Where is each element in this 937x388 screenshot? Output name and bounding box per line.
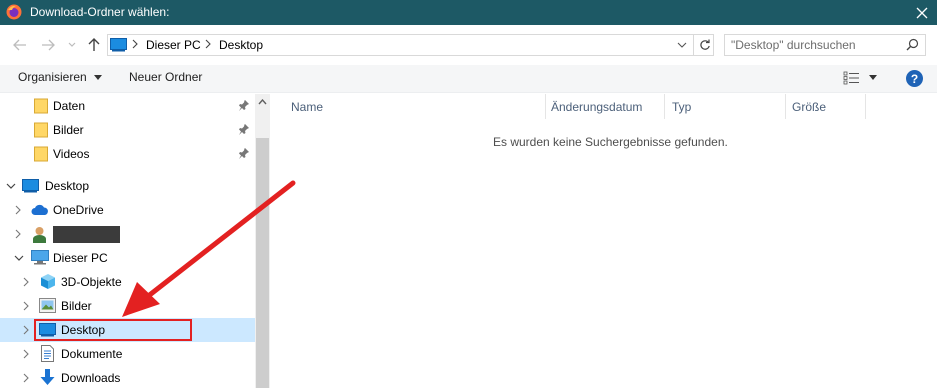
nav-item-label: Videos	[53, 147, 90, 161]
desktop-icon	[110, 38, 127, 52]
column-type[interactable]: Typ	[664, 94, 784, 119]
chevron-down-icon[interactable]	[14, 254, 24, 262]
arrow-up-icon	[88, 38, 100, 51]
pin-icon	[239, 100, 249, 111]
organize-button[interactable]: Organisieren	[18, 70, 103, 84]
close-icon	[916, 7, 928, 18]
chevron-right-icon	[132, 39, 138, 49]
organize-label: Organisieren	[18, 70, 87, 84]
back-button[interactable]	[12, 37, 28, 53]
search-icon[interactable]	[906, 38, 919, 51]
cloud-icon	[31, 204, 48, 215]
cube-icon	[41, 274, 55, 289]
computer-icon	[31, 250, 49, 265]
refresh-icon	[699, 39, 710, 50]
folder-icon	[34, 146, 48, 162]
nav-item-daten[interactable]: Daten	[0, 94, 255, 118]
view-options-icon[interactable]	[843, 71, 861, 85]
nav-item-label: Desktop	[45, 179, 90, 193]
title-bar: Download-Ordner wählen:	[0, 0, 937, 25]
new-folder-button[interactable]: Neuer Ordner	[129, 70, 202, 84]
nav-item-onedrive[interactable]: OneDrive	[0, 198, 255, 222]
chevron-down-icon[interactable]	[677, 39, 687, 51]
nav-item-this-pc[interactable]: Dieser PC	[0, 246, 255, 270]
column-modified[interactable]: Änderungsdatum	[544, 94, 664, 119]
nav-item-user[interactable]	[0, 222, 255, 246]
help-button[interactable]: ?	[906, 70, 923, 87]
breadcrumb-desktop[interactable]: Desktop	[219, 38, 263, 52]
chevron-right-icon[interactable]	[23, 301, 29, 311]
file-list-pane: Name Änderungsdatum Typ Größe Es wurden …	[271, 94, 937, 388]
column-header-label: Größe	[792, 100, 827, 114]
nav-item-label: 3D-Objekte	[61, 275, 122, 289]
address-bar[interactable]: Dieser PC Desktop	[107, 34, 714, 56]
caret-down-icon[interactable]	[869, 75, 877, 80]
caret-down-icon	[94, 75, 103, 81]
chevron-right-icon[interactable]	[23, 325, 29, 335]
chevron-right-icon[interactable]	[15, 229, 21, 239]
breadcrumb-this-pc[interactable]: Dieser PC	[146, 38, 201, 52]
up-button[interactable]	[86, 37, 102, 53]
column-size[interactable]: Größe	[784, 94, 864, 119]
column-divider[interactable]	[865, 94, 866, 119]
download-arrow-icon	[40, 369, 55, 385]
search-input[interactable]	[731, 37, 901, 53]
nav-item-label: Bilder	[53, 123, 84, 137]
nav-item-pictures[interactable]: Bilder	[0, 294, 255, 318]
nav-item-downloads[interactable]: Downloads	[0, 366, 255, 388]
scroll-up-icon[interactable]	[258, 99, 267, 105]
folder-icon	[34, 122, 48, 138]
nav-item-label: Daten	[53, 99, 86, 113]
column-name[interactable]: Name	[283, 94, 545, 119]
annotation-highlight-box	[34, 319, 192, 341]
window-title: Download-Ordner wählen:	[30, 5, 170, 19]
nav-scrollbar[interactable]	[255, 94, 270, 388]
chevron-right-icon[interactable]	[15, 205, 21, 215]
nav-item-bilder-quick[interactable]: Bilder	[0, 118, 255, 142]
column-header-label: Typ	[672, 100, 692, 114]
chevron-right-icon[interactable]	[23, 349, 29, 359]
nav-item-label: Dokumente	[61, 347, 123, 361]
nav-item-label: OneDrive	[53, 203, 104, 217]
desktop-icon	[22, 179, 39, 193]
nav-item-label: Dieser PC	[53, 251, 108, 265]
chevron-right-icon	[205, 39, 211, 49]
forward-button[interactable]	[40, 37, 56, 53]
arrow-left-icon	[13, 39, 26, 51]
scrollbar-thumb[interactable]	[256, 138, 269, 388]
pin-icon	[239, 124, 249, 135]
search-box[interactable]	[724, 34, 926, 56]
close-button[interactable]	[907, 0, 937, 25]
nav-item-label: Downloads	[61, 371, 121, 385]
nav-item-label: Bilder	[61, 299, 92, 313]
nav-item-documents[interactable]: Dokumente	[0, 342, 255, 366]
refresh-button[interactable]	[693, 34, 715, 56]
column-header-label: Änderungsdatum	[551, 100, 643, 114]
chevron-down-icon	[68, 42, 76, 47]
chevron-right-icon[interactable]	[23, 373, 29, 383]
nav-item-3d-objects[interactable]: 3D-Objekte	[0, 270, 255, 294]
arrow-right-icon	[42, 39, 55, 51]
pin-icon	[239, 148, 249, 159]
column-header-label: Name	[291, 100, 324, 114]
document-icon	[41, 345, 54, 362]
chevron-right-icon[interactable]	[23, 277, 29, 287]
chevron-down-icon[interactable]	[6, 182, 16, 190]
command-bar: Organisieren Neuer Ordner ?	[0, 65, 937, 93]
redacted-username	[53, 226, 120, 243]
nav-item-videos[interactable]: Videos	[0, 142, 255, 166]
recent-locations-button[interactable]	[64, 37, 80, 53]
empty-results-message: Es wurden keine Suchergebnisse gefunden.	[493, 135, 728, 149]
folder-icon	[34, 98, 48, 114]
user-icon	[33, 227, 46, 243]
picture-icon	[39, 298, 56, 313]
nav-item-desktop-root[interactable]: Desktop	[0, 174, 255, 198]
navigation-pane: Daten Bilder Videos Desktop OneDrive Die…	[0, 94, 270, 388]
firefox-icon	[6, 4, 22, 20]
